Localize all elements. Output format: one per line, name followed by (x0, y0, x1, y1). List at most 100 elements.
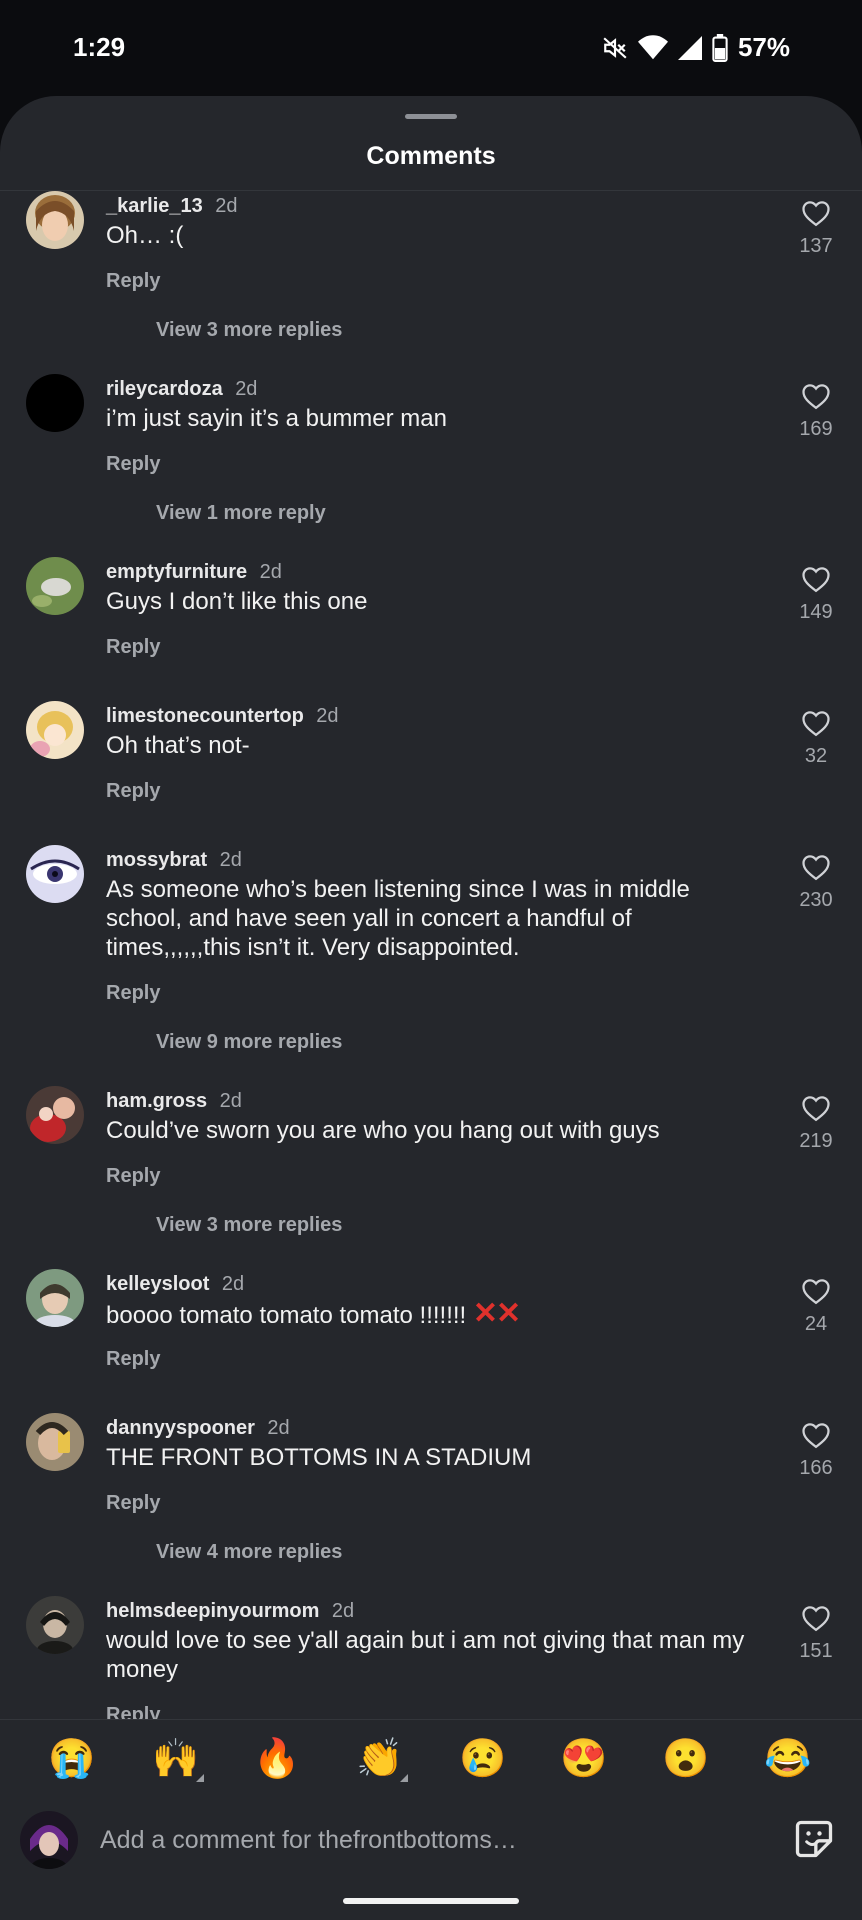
username[interactable]: helmsdeepinyourmom (106, 1600, 319, 1622)
like-count: 151 (799, 1640, 833, 1662)
comment-header: ham.gross 2d (106, 1086, 242, 1116)
cross-mark-emoji: ✕✕ (472, 1297, 521, 1330)
username[interactable]: dannyyspooner (106, 1417, 255, 1439)
comment-time: 2d (259, 561, 282, 583)
view-more-replies[interactable]: View 9 more replies (156, 1031, 342, 1054)
reply-button[interactable]: Reply (106, 1492, 160, 1515)
sticker-icon (795, 1820, 833, 1858)
heart-icon (802, 384, 830, 410)
signal-icon (677, 35, 702, 60)
like-button[interactable]: 151 (786, 1604, 846, 1663)
mute-icon (603, 36, 627, 59)
emoji-heart-eyes[interactable]: 😍 (554, 1734, 614, 1784)
comment-header: kelleysloot 2d (106, 1269, 244, 1299)
heart-icon (802, 855, 830, 881)
view-more-replies[interactable]: View 3 more replies (156, 1214, 342, 1237)
reply-button[interactable]: Reply (106, 636, 160, 659)
status-icons: 57% (602, 32, 790, 63)
username[interactable]: ham.gross (106, 1090, 207, 1112)
emoji-joy[interactable]: 😂 (758, 1734, 818, 1784)
comment-time: 2d (215, 195, 238, 217)
heart-icon (802, 1606, 830, 1632)
avatar[interactable] (26, 701, 84, 759)
username[interactable]: emptyfurniture (106, 561, 247, 583)
reply-button[interactable]: Reply (106, 780, 160, 803)
comment-text: would love to see y'all again but i am n… (106, 1627, 745, 1683)
emoji-clapping[interactable]: 👏 (350, 1734, 410, 1784)
avatar[interactable] (26, 1086, 84, 1144)
avatar[interactable] (26, 557, 84, 615)
username[interactable]: limestonecountertop (106, 705, 304, 727)
reply-button[interactable]: Reply (106, 982, 160, 1005)
like-button[interactable]: 219 (786, 1094, 846, 1153)
drag-handle[interactable] (405, 114, 457, 119)
emoji-raised-hands[interactable]: 🙌 (146, 1734, 206, 1784)
reply-button[interactable]: Reply (106, 1348, 160, 1371)
comment-text: Guys I don’t like this one (106, 588, 368, 615)
battery-icon (712, 33, 728, 62)
like-button[interactable]: 169 (786, 382, 846, 441)
like-button[interactable]: 32 (786, 709, 846, 768)
heart-icon (802, 1279, 830, 1305)
comment-composer: 😭 🙌 🔥 👏 😢 😍 😮 😂 (0, 1719, 862, 1919)
like-button[interactable]: 230 (786, 853, 846, 912)
avatar[interactable] (26, 374, 84, 432)
like-count: 169 (799, 418, 833, 440)
sheet-title: Comments (366, 142, 496, 170)
reply-button[interactable]: Reply (106, 453, 160, 476)
emoji-crying[interactable]: 😢 (453, 1734, 513, 1784)
heart-icon (802, 201, 830, 227)
status-bar: 1:29 57% (0, 0, 862, 96)
username[interactable]: _karlie_13 (106, 195, 203, 217)
system-nav-handle[interactable] (343, 1898, 519, 1904)
like-button[interactable]: 24 (786, 1277, 846, 1336)
comment-time: 2d (316, 705, 339, 727)
avatar[interactable] (26, 1596, 84, 1654)
comment-header: rileycardoza 2d (106, 374, 257, 404)
heart-icon (802, 1423, 830, 1449)
comment-header: mossybrat 2d (106, 845, 242, 875)
username[interactable]: mossybrat (106, 849, 207, 871)
skin-tone-indicator (400, 1774, 408, 1782)
reply-button[interactable]: Reply (106, 270, 160, 293)
heart-icon (802, 711, 830, 737)
current-user-avatar[interactable] (20, 1811, 78, 1869)
like-button[interactable]: 137 (786, 199, 846, 258)
like-count: 219 (799, 1130, 833, 1152)
avatar[interactable] (26, 845, 84, 903)
emoji-surprised[interactable]: 😮 (656, 1734, 716, 1784)
username[interactable]: kelleysloot (106, 1273, 209, 1295)
emoji-glyph: 🙌 (152, 1738, 200, 1780)
comment-time: 2d (331, 1600, 355, 1622)
sticker-button[interactable] (792, 1817, 836, 1861)
avatar[interactable] (26, 1269, 84, 1327)
comment-list[interactable]: _karlie_13 2d Oh… :( Reply View 3 more r… (0, 191, 862, 1815)
comment-header: helmsdeepinyourmom 2d (106, 1596, 354, 1626)
view-more-replies[interactable]: View 4 more replies (156, 1541, 342, 1564)
emoji-loudly-crying[interactable]: 😭 (42, 1734, 102, 1784)
comment-text-body: boooo tomato tomato tomato !!!!!!! (106, 1302, 473, 1329)
comment-header: emptyfurniture 2d (106, 557, 282, 587)
comment-header: limestonecountertop 2d (106, 701, 339, 731)
comment-input-row (0, 1805, 862, 1905)
comment-time: 2d (221, 1273, 245, 1295)
comment-time: 2d (219, 849, 242, 871)
avatar[interactable] (26, 1413, 84, 1471)
comment-input[interactable] (100, 1815, 740, 1865)
status-time: 1:29 (73, 32, 126, 62)
like-button[interactable]: 149 (786, 565, 846, 624)
reply-button[interactable]: Reply (106, 1165, 160, 1188)
comment-time: 2d (219, 1090, 242, 1112)
comment-text: Could’ve sworn you are who you hang out … (106, 1117, 660, 1144)
like-count: 24 (804, 1313, 828, 1335)
like-button[interactable]: 166 (786, 1421, 846, 1480)
view-more-replies[interactable]: View 1 more reply (156, 502, 326, 525)
comment-header: _karlie_13 2d (106, 191, 237, 221)
username[interactable]: rileycardoza (106, 378, 223, 400)
view-more-replies[interactable]: View 3 more replies (156, 319, 342, 342)
avatar[interactable] (26, 191, 84, 249)
skin-tone-indicator (196, 1774, 204, 1782)
emoji-fire[interactable]: 🔥 (247, 1734, 307, 1784)
comment-text: boooo tomato tomato tomato !!!!!!! ✕✕ (106, 1299, 746, 1330)
comment-time: 2d (235, 378, 258, 400)
